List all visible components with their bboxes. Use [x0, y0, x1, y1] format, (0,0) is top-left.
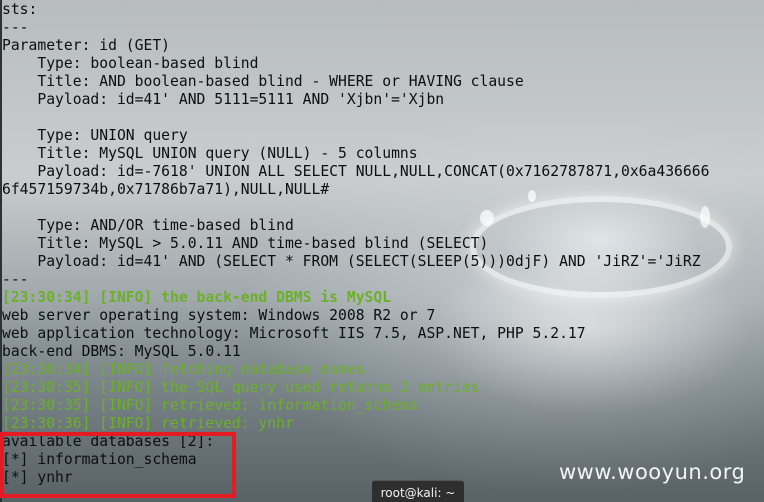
terminal-line: Parameter: id (GET)	[2, 37, 171, 54]
terminal-line: Title: MySQL > 5.0.11 AND time-based bli…	[2, 235, 489, 252]
terminal-line: ---	[2, 271, 29, 288]
terminal-line: web application technology: Microsoft II…	[2, 325, 586, 342]
terminal-info-line: [23:30:34] [INFO] the back-end DBMS is M…	[2, 289, 392, 306]
terminal-output[interactable]: sts: --- Parameter: id (GET) Type: boolean…	[2, 1, 762, 487]
terminal-info-line: [23:30:35] [INFO] retrieved: information…	[2, 397, 418, 414]
terminal-line: Title: AND boolean-based blind - WHERE o…	[2, 73, 524, 90]
terminal-line: available databases [2]:	[2, 433, 215, 450]
terminal-line: 6f457159734b,0x71786b7a71),NULL,NULL#	[2, 181, 330, 198]
desktop-background: sts: --- Parameter: id (GET) Type: boolean…	[0, 0, 764, 502]
terminal-info-line: [23:30:34] [INFO] fetching database name…	[2, 361, 365, 378]
terminal-line: back-end DBMS: MySQL 5.0.11	[2, 343, 241, 360]
taskbar-window-button[interactable]: root@kali: ~	[372, 480, 464, 502]
terminal-line: sts:	[2, 1, 38, 18]
terminal-line: web server operating system: Windows 200…	[2, 307, 436, 324]
taskbar-window-title: root@kali: ~	[380, 486, 456, 500]
watermark: www.wooyun.org	[559, 460, 746, 484]
terminal-info-line: [23:30:36] [INFO] retrieved: ynhr	[2, 415, 294, 432]
terminal-line: Type: boolean-based blind	[2, 55, 259, 72]
terminal-line: Payload: id=41' AND 5111=5111 AND 'Xjbn'…	[2, 91, 445, 108]
terminal-line: ---	[2, 19, 29, 36]
terminal-line: Title: MySQL UNION query (NULL) - 5 colu…	[2, 145, 418, 162]
terminal-info-line: [23:30:35] [INFO] the SQL query used ret…	[2, 379, 480, 396]
terminal-line: Type: AND/OR time-based blind	[2, 217, 294, 234]
terminal-line: Type: UNION query	[2, 127, 188, 144]
terminal-line: Payload: id=-7618' UNION ALL SELECT NULL…	[2, 163, 710, 180]
terminal-line: Payload: id=41' AND (SELECT * FROM (SELE…	[2, 253, 701, 270]
